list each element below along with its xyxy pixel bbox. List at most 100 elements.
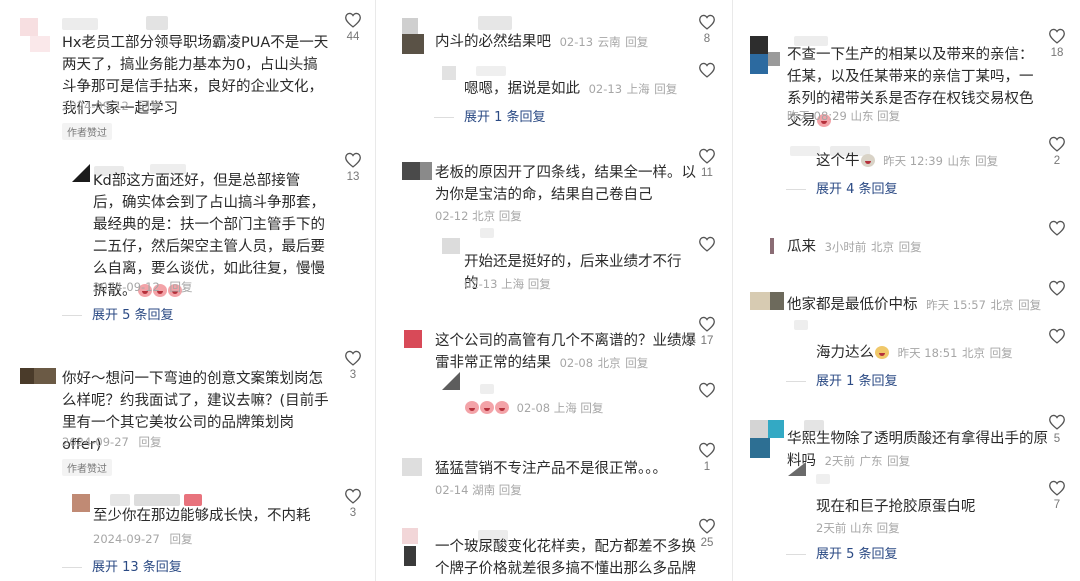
avatar[interactable] <box>750 36 784 74</box>
emoji-icon <box>465 401 479 414</box>
reply-button[interactable]: 回复 <box>499 209 522 223</box>
like-button[interactable]: 44 <box>338 12 368 43</box>
comment-location: 北京 <box>597 356 621 370</box>
reply-button[interactable]: 回复 <box>580 401 603 415</box>
avatar[interactable] <box>750 292 786 310</box>
avatar[interactable] <box>20 368 56 384</box>
heart-icon <box>1049 280 1065 296</box>
reply-date: 02-13 <box>464 277 498 291</box>
avatar[interactable] <box>402 18 430 54</box>
reply-date: 02-08 <box>516 401 551 415</box>
reply-button[interactable]: 回复 <box>139 99 162 113</box>
like-button[interactable] <box>1042 280 1072 296</box>
avatar[interactable] <box>72 494 90 512</box>
reply-button[interactable]: 回复 <box>528 277 551 291</box>
reply-date: 2天前 <box>816 521 847 535</box>
comment-text: 一个玻尿酸变化花样卖，配方都差不多换个牌子价格就差很多搞不懂出那么多品牌干嘛 <box>435 539 696 577</box>
heart-icon <box>699 14 715 30</box>
expand-replies-link[interactable]: 展开 4 条回复 <box>786 178 898 197</box>
comment-date: 昨天 08:29 <box>787 109 847 123</box>
comment-location: 北京 <box>871 240 895 254</box>
avatar[interactable] <box>442 66 456 80</box>
expand-replies-link[interactable]: 展开 5 条回复 <box>786 543 898 562</box>
avatar[interactable] <box>442 238 460 254</box>
like-button[interactable] <box>692 236 722 252</box>
reply-button[interactable]: 回复 <box>975 154 998 168</box>
avatar[interactable] <box>404 330 422 348</box>
like-button[interactable]: 2 <box>1042 136 1072 167</box>
username-blurred <box>480 384 494 394</box>
avatar[interactable] <box>750 420 786 460</box>
reply-button[interactable]: 回复 <box>139 435 162 449</box>
heart-icon <box>1049 328 1065 344</box>
like-button[interactable]: 3 <box>338 488 368 519</box>
like-button[interactable] <box>1042 328 1072 344</box>
like-button[interactable]: 8 <box>692 14 722 45</box>
comment-date: 2天前 <box>824 454 855 468</box>
like-button[interactable]: 18 <box>1042 28 1072 59</box>
reply-date: 昨天 12:39 <box>883 154 943 168</box>
reply-button[interactable]: 回复 <box>990 346 1013 360</box>
like-button[interactable]: 7 <box>1042 480 1072 511</box>
comment-panel-3: 不查一下生产的相某以及带来的亲信：任某，以及任某带来的亲信丁某吗，一系列的裙带关… <box>736 0 1080 581</box>
like-button[interactable]: 25 <box>692 518 722 549</box>
heart-icon <box>1049 28 1065 44</box>
heart-icon <box>699 236 715 252</box>
author-liked-badge: 作者赞过 <box>62 459 112 476</box>
reply-meta: 02-08 上海 回复 <box>464 400 603 416</box>
heart-icon <box>345 350 361 366</box>
like-button[interactable]: 3 <box>338 350 368 381</box>
reply-button[interactable]: 回复 <box>1018 298 1041 312</box>
reply-button[interactable]: 回复 <box>877 521 900 535</box>
like-button[interactable] <box>1042 220 1072 236</box>
reply-button[interactable]: 回复 <box>877 109 900 123</box>
like-count: 3 <box>349 507 357 519</box>
reply-button[interactable]: 回复 <box>654 82 677 96</box>
username-blurred <box>476 66 506 76</box>
expand-replies-link[interactable]: 展开 1 条回复 <box>786 370 898 389</box>
like-count: 5 <box>1053 433 1061 445</box>
reply-button[interactable]: 回复 <box>499 483 522 497</box>
reply-button[interactable]: 回复 <box>625 35 648 49</box>
avatar[interactable] <box>20 14 56 54</box>
divider-line <box>786 189 806 190</box>
avatar[interactable] <box>442 372 460 390</box>
like-button[interactable]: 5 <box>1042 414 1072 445</box>
divider-line <box>434 117 454 118</box>
like-button[interactable]: 13 <box>338 152 368 183</box>
reply-text: 这个牛 昨天 12:39 山东 回复 <box>816 153 999 169</box>
avatar[interactable] <box>402 528 428 568</box>
reply-location: 上海 <box>501 277 525 291</box>
divider-line <box>786 554 806 555</box>
comment-text: 他家都是最低价中标 昨天 15:57 北京 回复 <box>787 297 1042 313</box>
comment-text: 瓜来 3小时前 北京 回复 <box>787 239 922 255</box>
like-button[interactable] <box>692 62 722 78</box>
reply-button[interactable]: 回复 <box>625 356 648 370</box>
avatar[interactable] <box>72 164 90 182</box>
like-button[interactable]: 1 <box>692 442 722 473</box>
comment-meta: 02-12 北京 回复 <box>435 208 522 224</box>
comment-date: 3小时前 <box>824 240 867 254</box>
expand-replies-link[interactable]: 展开 5 条回复 <box>62 304 174 323</box>
like-button[interactable]: 17 <box>692 316 722 347</box>
expand-replies-link[interactable]: 展开 1 条回复 <box>434 106 546 125</box>
comment-location: 北京 <box>990 298 1014 312</box>
reply-date: 2024-09-12 <box>93 280 160 294</box>
like-button[interactable] <box>692 382 722 398</box>
like-count: 3 <box>349 369 357 381</box>
avatar[interactable] <box>788 462 806 476</box>
reply-button[interactable]: 回复 <box>887 454 910 468</box>
divider-line <box>62 567 82 568</box>
like-count: 17 <box>700 335 714 347</box>
reply-button[interactable]: 回复 <box>170 532 193 546</box>
avatar[interactable] <box>402 458 422 476</box>
reply-button[interactable]: 回复 <box>170 280 193 294</box>
reply-button[interactable]: 回复 <box>899 240 922 254</box>
like-button[interactable]: 11 <box>692 148 722 179</box>
reply-text: 至少你在那边能够成长快，不内耗 <box>93 508 311 524</box>
avatar[interactable] <box>402 162 432 180</box>
avatar[interactable] <box>770 238 774 254</box>
comment-panel-2: 内斗的必然结果吧 02-13 云南 回复 8 嗯嗯，据说是如此 02-13 上海… <box>380 0 728 581</box>
username-blurred <box>62 18 98 30</box>
expand-replies-link[interactable]: 展开 13 条回复 <box>62 556 182 575</box>
